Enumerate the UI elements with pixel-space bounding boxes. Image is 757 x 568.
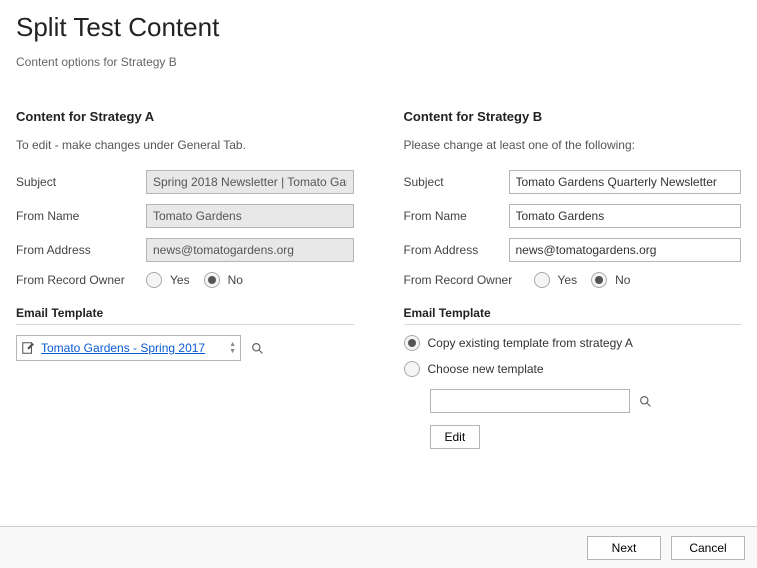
- radio-fromowner-a-yes-label: Yes: [170, 273, 190, 287]
- chevron-down-icon[interactable]: ▼: [229, 348, 236, 355]
- fromname-field-a: [146, 204, 354, 228]
- radio-fromowner-a-yes: [146, 272, 162, 288]
- label-subject-a: Subject: [16, 175, 146, 189]
- strategy-a-panel: Content for Strategy A To edit - make ch…: [16, 109, 354, 449]
- radio-fromowner-b-no-label: No: [615, 273, 630, 287]
- template-search-a[interactable]: [249, 340, 265, 356]
- strategy-a-heading: Content for Strategy A: [16, 109, 354, 124]
- chevron-up-icon[interactable]: ▲: [229, 341, 236, 348]
- strategy-b-panel: Content for Strategy B Please change at …: [404, 109, 742, 449]
- radio-fromowner-b-no[interactable]: [591, 272, 607, 288]
- subject-field-a: [146, 170, 354, 194]
- strategy-b-hint: Please change at least one of the follow…: [404, 138, 742, 152]
- subject-field-b[interactable]: [509, 170, 742, 194]
- radio-template-copy-label: Copy existing template from strategy A: [428, 336, 633, 350]
- cancel-button[interactable]: Cancel: [671, 536, 745, 560]
- fromaddress-field-a: [146, 238, 354, 262]
- label-fromname-a: From Name: [16, 209, 146, 223]
- radio-fromowner-b-yes[interactable]: [534, 272, 550, 288]
- edit-button[interactable]: Edit: [430, 425, 481, 449]
- radio-fromowner-a-no: [204, 272, 220, 288]
- edit-icon: [21, 341, 35, 355]
- email-template-heading-a: Email Template: [16, 306, 354, 325]
- page-title: Split Test Content: [16, 12, 741, 43]
- template-lookup-b[interactable]: [430, 389, 630, 413]
- label-fromowner-a: From Record Owner: [16, 273, 146, 287]
- radio-template-choose[interactable]: [404, 361, 420, 377]
- label-fromname-b: From Name: [404, 209, 509, 223]
- page-subtitle: Content options for Strategy B: [16, 55, 741, 69]
- template-lookup-a[interactable]: Tomato Gardens - Spring 2017 ▲ ▼: [16, 335, 241, 361]
- template-stepper-a[interactable]: ▲ ▼: [229, 341, 236, 355]
- strategy-a-hint: To edit - make changes under General Tab…: [16, 138, 354, 152]
- fromname-field-b[interactable]: [509, 204, 742, 228]
- email-template-heading-b: Email Template: [404, 306, 742, 325]
- template-link-a[interactable]: Tomato Gardens - Spring 2017: [41, 341, 225, 355]
- label-fromaddress-b: From Address: [404, 243, 509, 257]
- radio-template-copy[interactable]: [404, 335, 420, 351]
- footer: Next Cancel: [0, 526, 757, 568]
- radio-fromowner-b-yes-label: Yes: [558, 273, 578, 287]
- radio-template-choose-label: Choose new template: [428, 362, 544, 376]
- label-fromowner-b: From Record Owner: [404, 273, 534, 287]
- strategy-b-heading: Content for Strategy B: [404, 109, 742, 124]
- radio-fromowner-a-no-label: No: [228, 273, 243, 287]
- label-subject-b: Subject: [404, 175, 509, 189]
- template-search-b[interactable]: [638, 393, 654, 409]
- label-fromaddress-a: From Address: [16, 243, 146, 257]
- next-button[interactable]: Next: [587, 536, 661, 560]
- fromaddress-field-b[interactable]: [509, 238, 742, 262]
